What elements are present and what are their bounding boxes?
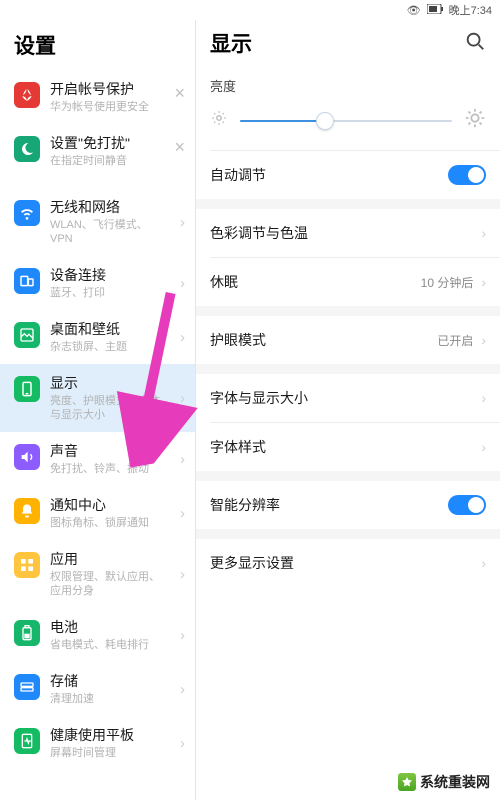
brightness-slider-row — [196, 101, 500, 150]
chevron-right-icon: › — [481, 274, 486, 290]
moon-dnd-icon — [14, 136, 40, 162]
settings-sidebar: 设置 开启帐号保护 华为帐号使用更安全 × 设置"免打扰" 在指定时间静音 — [0, 20, 196, 800]
row-smart-resolution[interactable]: 智能分辨率 — [196, 481, 500, 529]
search-icon[interactable] — [464, 30, 486, 57]
chevron-right-icon: › — [180, 390, 185, 407]
brightness-label: 亮度 — [196, 64, 500, 101]
storage-icon — [14, 674, 40, 700]
chevron-right-icon: › — [180, 566, 185, 583]
watermark: 系统重装网 — [394, 770, 494, 794]
device-connection-icon — [14, 268, 40, 294]
close-icon[interactable]: × — [174, 138, 185, 156]
sidebar-item-sub: 蓝牙、打印 — [50, 286, 170, 300]
sun-high-icon — [464, 107, 486, 134]
page-title: 显示 — [210, 28, 252, 58]
chevron-right-icon: › — [481, 555, 486, 571]
row-auto-brightness[interactable]: 自动调节 — [196, 151, 500, 199]
apps-icon — [14, 552, 40, 578]
chevron-right-icon: › — [180, 329, 185, 346]
tablet-health-icon — [14, 728, 40, 754]
sidebar-item-label: 应用 — [50, 550, 170, 568]
wallpaper-icon — [14, 322, 40, 348]
bell-icon — [14, 498, 40, 524]
sidebar-item-display[interactable]: 显示 亮度、护眼模式、字体与显示大小 › — [0, 364, 195, 432]
chevron-right-icon: › — [180, 735, 185, 752]
toggle-switch[interactable] — [448, 165, 486, 185]
eye-care-icon: 👁 — [407, 4, 421, 17]
sidebar-item-sub: 免打扰、铃声、振动 — [50, 462, 170, 476]
sidebar-item-label: 通知中心 — [50, 496, 170, 514]
row-font-size[interactable]: 字体与显示大小 › — [196, 374, 500, 422]
battery-icon — [14, 620, 40, 646]
promo-account-protection[interactable]: 开启帐号保护 华为帐号使用更安全 × — [0, 70, 195, 124]
sidebar-item-label: 设备连接 — [50, 266, 170, 284]
sidebar-title: 设置 — [0, 20, 195, 70]
status-bar: 👁 晚上7:34 — [0, 0, 500, 20]
sidebar-item-desktop-wallpaper[interactable]: 桌面和壁纸 杂志锁屏、主题 › — [0, 310, 195, 364]
row-font-style[interactable]: 字体样式 › — [196, 423, 500, 471]
sidebar-item-label: 存储 — [50, 672, 170, 690]
sidebar-item-label: 健康使用平板 — [50, 726, 170, 744]
chevron-right-icon: › — [180, 627, 185, 644]
sidebar-item-label: 电池 — [50, 618, 170, 636]
huawei-icon — [14, 82, 40, 108]
sidebar-item-apps[interactable]: 应用 权限管理、默认应用、应用分身 › — [0, 540, 195, 608]
close-icon[interactable]: × — [174, 84, 185, 102]
battery-icon — [427, 4, 443, 17]
row-sleep[interactable]: 休眠 10 分钟后› — [196, 258, 500, 306]
sidebar-item-label: 显示 — [50, 374, 170, 392]
sidebar-item-wireless[interactable]: 无线和网络 WLAN、飞行模式、VPN › — [0, 188, 195, 256]
sidebar-item-sub: 清理加速 — [50, 692, 170, 706]
promo-sub: 华为帐号使用更安全 — [50, 100, 185, 114]
row-eye-comfort[interactable]: 护眼模式 已开启› — [196, 316, 500, 364]
chevron-right-icon: › — [180, 505, 185, 522]
chevron-right-icon: › — [481, 225, 486, 241]
display-icon — [14, 376, 40, 402]
sound-icon — [14, 444, 40, 470]
chevron-right-icon: › — [180, 681, 185, 698]
sidebar-item-storage[interactable]: 存储 清理加速 › — [0, 662, 195, 716]
sidebar-item-label: 桌面和壁纸 — [50, 320, 170, 338]
detail-panel: 显示 亮度 自动调节 — [196, 20, 500, 800]
row-color-temp[interactable]: 色彩调节与色温 › — [196, 209, 500, 257]
promo-sub: 在指定时间静音 — [50, 154, 185, 168]
sidebar-item-sub: 省电模式、耗电排行 — [50, 638, 170, 652]
sidebar-item-notification[interactable]: 通知中心 图标角标、锁屏通知 › — [0, 486, 195, 540]
sidebar-item-sub: WLAN、飞行模式、VPN — [50, 218, 170, 246]
sidebar-item-battery[interactable]: 电池 省电模式、耗电排行 › — [0, 608, 195, 662]
chevron-right-icon: › — [481, 390, 486, 406]
watermark-logo-icon — [398, 773, 416, 791]
sidebar-item-device-connection[interactable]: 设备连接 蓝牙、打印 › — [0, 256, 195, 310]
sun-low-icon — [210, 109, 228, 132]
chevron-right-icon: › — [180, 451, 185, 468]
chevron-right-icon: › — [481, 332, 486, 348]
chevron-right-icon: › — [180, 214, 185, 231]
row-more-display-settings[interactable]: 更多显示设置 › — [196, 539, 500, 587]
promo-label: 开启帐号保护 — [50, 80, 185, 98]
sidebar-item-sound[interactable]: 声音 免打扰、铃声、振动 › — [0, 432, 195, 486]
watermark-text: 系统重装网 — [420, 772, 490, 792]
sidebar-item-label: 声音 — [50, 442, 170, 460]
brightness-slider[interactable] — [240, 112, 452, 130]
sidebar-item-digital-balance[interactable]: 健康使用平板 屏幕时间管理 › — [0, 716, 195, 770]
sidebar-item-label: 无线和网络 — [50, 198, 170, 216]
sidebar-item-sub: 屏幕时间管理 — [50, 746, 170, 760]
chevron-right-icon: › — [180, 275, 185, 292]
toggle-switch[interactable] — [448, 495, 486, 515]
sidebar-item-sub: 权限管理、默认应用、应用分身 — [50, 570, 170, 598]
promo-label: 设置"免打扰" — [50, 134, 185, 152]
chevron-right-icon: › — [481, 439, 486, 455]
promo-dnd[interactable]: 设置"免打扰" 在指定时间静音 × — [0, 124, 195, 178]
wifi-icon — [14, 200, 40, 226]
sidebar-item-sub: 图标角标、锁屏通知 — [50, 516, 170, 530]
sidebar-item-sub: 亮度、护眼模式、字体与显示大小 — [50, 394, 170, 422]
sidebar-item-sub: 杂志锁屏、主题 — [50, 340, 170, 354]
clock-text: 晚上7:34 — [449, 2, 492, 18]
